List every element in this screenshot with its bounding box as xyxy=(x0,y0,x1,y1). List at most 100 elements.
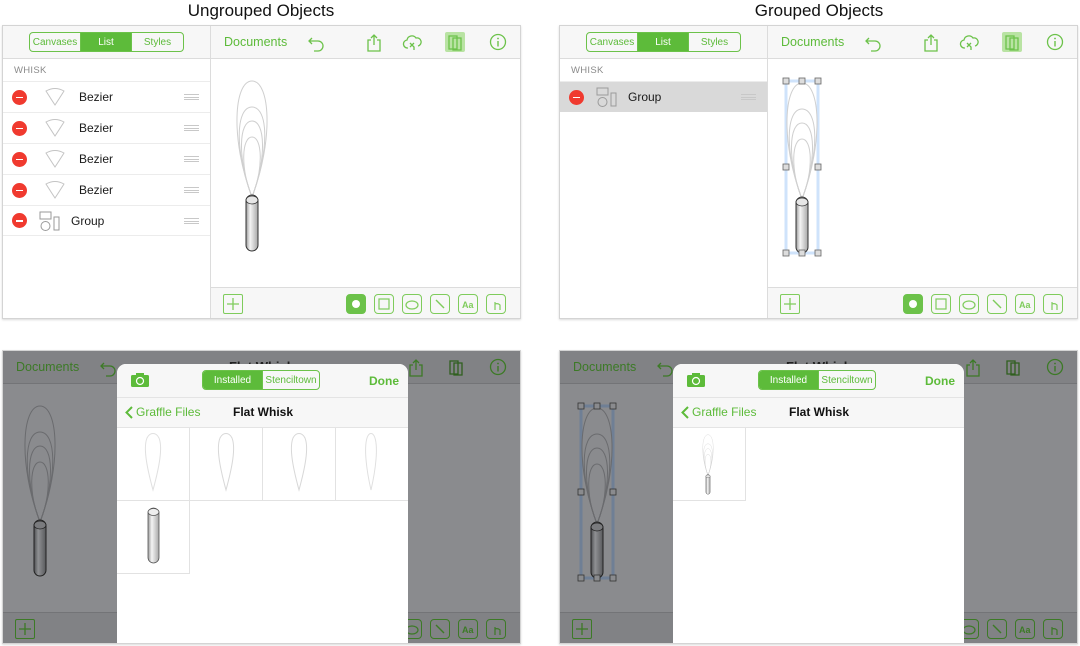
back-button[interactable]: Graffle Files xyxy=(125,405,200,419)
shape-tool-icon[interactable] xyxy=(931,294,951,314)
delete-icon[interactable] xyxy=(12,120,27,136)
camera-icon[interactable] xyxy=(687,373,705,387)
share-icon[interactable] xyxy=(364,32,384,52)
cloud-sync-icon[interactable] xyxy=(402,32,422,52)
stencils-icon[interactable] xyxy=(446,357,466,377)
whisk-drawing[interactable] xyxy=(232,79,272,254)
text-tool-icon[interactable]: Aa xyxy=(1015,294,1035,314)
caption-grouped: Grouped Objects xyxy=(754,1,884,20)
tab-installed[interactable]: Installed xyxy=(759,371,819,389)
text-tool-icon[interactable]: Aa xyxy=(458,294,478,314)
line-tool-icon[interactable] xyxy=(987,294,1007,314)
add-icon[interactable] xyxy=(780,294,800,314)
stencil-item-teardrop[interactable] xyxy=(336,428,408,501)
text-tool-icon[interactable]: Aa xyxy=(1015,619,1035,639)
undo-icon[interactable] xyxy=(306,32,326,52)
camera-icon[interactable] xyxy=(131,373,149,387)
selection-tool-icon[interactable] xyxy=(346,294,366,314)
drag-handle-icon[interactable] xyxy=(184,218,199,224)
tab-list[interactable]: List xyxy=(638,33,689,51)
tab-installed[interactable]: Installed xyxy=(203,371,263,389)
shape-tool-icon[interactable] xyxy=(374,294,394,314)
touch-tool-icon[interactable] xyxy=(486,619,506,639)
freehand-tool-icon[interactable] xyxy=(402,294,422,314)
add-icon[interactable] xyxy=(223,294,243,314)
delete-icon[interactable] xyxy=(12,151,27,167)
tab-canvases[interactable]: Canvases xyxy=(30,33,81,51)
drag-handle-icon[interactable] xyxy=(184,156,199,162)
toolbar: Documents xyxy=(211,26,520,59)
stencils-icon[interactable] xyxy=(445,32,465,52)
canvas-area: Documents Aa xyxy=(768,26,1077,318)
bezier-shape-icon xyxy=(45,119,65,137)
stencils-icon[interactable] xyxy=(1003,357,1023,377)
stencil-item-teardrop[interactable] xyxy=(190,428,263,501)
documents-button[interactable]: Documents xyxy=(224,35,287,49)
done-button[interactable]: Done xyxy=(925,374,955,388)
grouped-editor-window: Canvases List Styles WHISK Group Documen… xyxy=(559,25,1078,319)
line-tool-icon[interactable] xyxy=(987,619,1007,639)
selected-group[interactable] xyxy=(577,402,617,582)
list-item-label: Bezier xyxy=(79,152,114,166)
drag-handle-icon[interactable] xyxy=(184,187,199,193)
add-icon[interactable] xyxy=(15,619,35,639)
tab-canvases[interactable]: Canvases xyxy=(587,33,638,51)
tab-styles[interactable]: Styles xyxy=(132,33,183,51)
sidebar: Canvases List Styles WHISK Bezier Bezier… xyxy=(3,26,211,318)
tab-stenciltown[interactable]: Stenciltown xyxy=(819,371,875,389)
selection-tool-icon[interactable] xyxy=(903,294,923,314)
drag-handle-icon[interactable] xyxy=(741,94,756,100)
add-icon[interactable] xyxy=(572,619,592,639)
line-tool-icon[interactable] xyxy=(430,294,450,314)
delete-icon[interactable] xyxy=(12,213,27,228)
delete-icon[interactable] xyxy=(569,89,584,105)
sidebar-header: Canvases List Styles xyxy=(3,26,210,59)
back-button[interactable]: Graffle Files xyxy=(681,405,756,419)
cloud-sync-icon[interactable] xyxy=(959,32,979,52)
drag-handle-icon[interactable] xyxy=(184,125,199,131)
info-icon[interactable] xyxy=(1045,32,1065,52)
undo-icon[interactable] xyxy=(863,32,883,52)
drawing-canvas[interactable] xyxy=(211,59,520,287)
list-item-label: Group xyxy=(628,90,662,104)
list-item[interactable]: Group xyxy=(560,81,767,112)
list-item[interactable]: Bezier xyxy=(3,112,210,143)
stencils-icon[interactable] xyxy=(1002,32,1022,52)
list-item-label: Bezier xyxy=(79,90,114,104)
touch-tool-icon[interactable] xyxy=(1043,619,1063,639)
stencil-item-teardrop[interactable] xyxy=(263,428,336,501)
freehand-tool-icon[interactable] xyxy=(959,294,979,314)
delete-icon[interactable] xyxy=(12,182,27,198)
bezier-shape-icon xyxy=(45,150,65,168)
done-button[interactable]: Done xyxy=(369,374,399,388)
whisk-drawing[interactable] xyxy=(20,404,60,579)
list-item[interactable]: Bezier xyxy=(3,81,210,112)
touch-tool-icon[interactable] xyxy=(486,294,506,314)
stencil-item-teardrop[interactable] xyxy=(117,428,190,501)
info-icon[interactable] xyxy=(1045,357,1065,377)
tab-list[interactable]: List xyxy=(81,33,132,51)
toolbar: Documents xyxy=(768,26,1077,59)
info-icon[interactable] xyxy=(488,357,508,377)
stencil-item-cylinder[interactable] xyxy=(117,501,190,574)
sidebar-segmented-control: Canvases List Styles xyxy=(29,32,184,52)
list-item[interactable]: Group xyxy=(3,205,210,236)
documents-button[interactable]: Documents xyxy=(781,35,844,49)
share-icon[interactable] xyxy=(963,357,983,377)
text-tool-icon[interactable]: Aa xyxy=(458,619,478,639)
touch-tool-icon[interactable] xyxy=(1043,294,1063,314)
drawing-canvas[interactable] xyxy=(768,59,1077,287)
svg-text:Aa: Aa xyxy=(462,625,474,635)
share-icon[interactable] xyxy=(921,32,941,52)
tab-styles[interactable]: Styles xyxy=(689,33,740,51)
list-item[interactable]: Bezier xyxy=(3,174,210,205)
drag-handle-icon[interactable] xyxy=(184,94,199,100)
info-icon[interactable] xyxy=(488,32,508,52)
list-item[interactable]: Bezier xyxy=(3,143,210,174)
delete-icon[interactable] xyxy=(12,89,27,105)
share-icon[interactable] xyxy=(406,357,426,377)
tab-stenciltown[interactable]: Stenciltown xyxy=(263,371,319,389)
stencil-item-whisk[interactable] xyxy=(673,428,746,501)
selected-group[interactable] xyxy=(782,77,822,257)
line-tool-icon[interactable] xyxy=(430,619,450,639)
